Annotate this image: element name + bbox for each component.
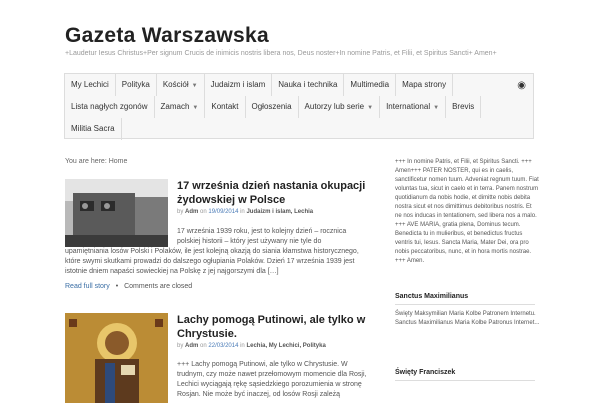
nav-item-label: Multimedia bbox=[350, 80, 390, 89]
post-2-excerpt: +++ Lachy pomogą Putinowi, ale tylko w C… bbox=[177, 361, 367, 398]
nav-item-zamach[interactable]: Zamach ▼ bbox=[155, 96, 206, 118]
nav-item-label: Kościół bbox=[162, 80, 189, 89]
chevron-down-icon: ▼ bbox=[192, 105, 199, 111]
widget-divider bbox=[395, 380, 535, 381]
nav-item-mapa-strony[interactable]: Mapa strony bbox=[396, 74, 454, 96]
post-meta-on: on bbox=[200, 343, 207, 349]
post-meta-in: in bbox=[240, 209, 245, 215]
chevron-down-icon: ▼ bbox=[367, 105, 374, 111]
post-1-date[interactable]: 19/09/2014 bbox=[208, 209, 238, 215]
site-description: +Laudetur Iesus Christus+Per signum Cruc… bbox=[65, 50, 497, 57]
nav-item-label: Kontakt bbox=[211, 102, 239, 111]
nav-row-2: Lista nagłych zgonów Zamach ▼ Kontakt Ogłosz… bbox=[65, 96, 482, 118]
nav-item-label: International bbox=[386, 102, 431, 111]
nav-item-label: Mapa strony bbox=[402, 80, 447, 89]
nav-item-autorzy-lub-serie[interactable]: Autorzy lub serie ▼ bbox=[299, 96, 381, 118]
nav-item-label: My Lechici bbox=[71, 80, 109, 89]
nav-item-label: Polityka bbox=[121, 80, 150, 89]
nav-item-polityka[interactable]: Polityka bbox=[116, 74, 157, 96]
chevron-down-icon: ▼ bbox=[433, 105, 440, 111]
post-2-date[interactable]: 22/03/2014 bbox=[208, 343, 238, 349]
post-2-meta: by Adm on 22/03/2014 in Lechia, My Lechi… bbox=[177, 343, 326, 349]
nav-item-international[interactable]: International ▼ bbox=[380, 96, 447, 118]
post-meta-in: in bbox=[240, 343, 245, 349]
breadcrumb: You are here: Home bbox=[65, 158, 128, 165]
nav-item-nauka-i-technika[interactable]: Nauka i technika bbox=[272, 74, 345, 96]
chevron-down-icon: ▼ bbox=[191, 83, 198, 89]
nav-item-brevis[interactable]: Brevis bbox=[446, 96, 482, 118]
post-1: 17 września dzień nastania okupacji żydo… bbox=[65, 179, 365, 279]
post-1-categories[interactable]: Judaizm i islam, Lechia bbox=[246, 209, 313, 215]
post-1-thumbnail[interactable] bbox=[65, 179, 168, 247]
sidebar-prayer-text: +++ In nomine Patris, et Filii, et Spiri… bbox=[395, 159, 539, 264]
nav-item-label: Brevis bbox=[452, 102, 475, 111]
site-title[interactable]: Gazeta Warszawska bbox=[65, 24, 269, 48]
nav-item-ogloszenia[interactable]: Ogłoszenia bbox=[246, 96, 299, 118]
read-full-story-link[interactable]: Read full story bbox=[65, 283, 110, 290]
post-2-categories[interactable]: Lechia, My Lechici, Polityka bbox=[246, 343, 325, 349]
nav-row-3: Militia Sacra bbox=[65, 118, 122, 140]
sidebar: +++ In nomine Patris, et Filii, et Spiri… bbox=[395, 158, 540, 266]
post-1-meta: by Adm on 19/09/2014 in Judaizm i islam,… bbox=[177, 209, 313, 215]
post-2-thumbnail[interactable] bbox=[65, 313, 168, 403]
main-navigation: My Lechici Polityka Kościół ▼ Judaizm i isla… bbox=[64, 73, 534, 140]
nav-item-kontakt[interactable]: Kontakt bbox=[205, 96, 246, 118]
nav-item-kosciol[interactable]: Kościół ▼ bbox=[157, 74, 205, 96]
post-1-title[interactable]: 17 września dzień nastania okupacji żydo… bbox=[177, 179, 367, 207]
nav-item-label: Lista nagłych zgonów bbox=[71, 102, 148, 111]
nav-item-label: Autorzy lub serie bbox=[304, 102, 365, 111]
widget-maximilianus-text: Święty Maksymilian Maria Kolbe Patronem … bbox=[395, 311, 540, 326]
post-1-footer: Read full story • Comments are closed bbox=[65, 283, 192, 290]
nav-item-my-lechici[interactable]: My Lechici bbox=[65, 74, 116, 96]
nav-item-label: Zamach bbox=[160, 102, 190, 111]
nav-item-label: Ogłoszenia bbox=[251, 102, 292, 111]
widget-title-franciszek: Święty Franciszek bbox=[395, 369, 456, 376]
nav-row-1: My Lechici Polityka Kościół ▼ Judaizm i isla… bbox=[65, 74, 454, 96]
nav-item-multimedia[interactable]: Multimedia bbox=[344, 74, 397, 96]
post-1-excerpt-top: 17 września 1939 roku, jest to kolejny d… bbox=[177, 228, 347, 245]
post-2: Lachy pomogą Putinowi, ale tylko w Chrys… bbox=[65, 313, 367, 403]
post-2-title[interactable]: Lachy pomogą Putinowi, ale tylko w Chrys… bbox=[177, 313, 367, 341]
post-2-author[interactable]: Adm bbox=[185, 343, 198, 349]
nav-item-label: Judaizm i islam bbox=[210, 80, 266, 89]
widget-maximilianus-text-wrap: Święty Maksymilian Maria Kolbe Patronem … bbox=[395, 310, 540, 328]
post-meta-by: by bbox=[177, 343, 184, 349]
nav-item-label: Nauka i technika bbox=[278, 80, 338, 89]
post-meta-by: by bbox=[177, 209, 184, 215]
post-1-author[interactable]: Adm bbox=[185, 209, 198, 215]
rss-icon[interactable]: ◉ bbox=[517, 80, 526, 91]
post-1-excerpt-bottom: upamiętniania losów Polski i Polaków, il… bbox=[65, 248, 359, 275]
widget-title-maximilianus: Sanctus Maximilianus bbox=[395, 293, 469, 300]
comments-status: Comments are closed bbox=[124, 283, 193, 290]
nav-item-label: Militia Sacra bbox=[71, 124, 115, 133]
nav-item-judaizm-i-islam[interactable]: Judaizm i islam bbox=[205, 74, 273, 96]
post-meta-on: on bbox=[200, 209, 207, 215]
separator-dot: • bbox=[115, 283, 119, 290]
nav-item-lista-naglych-zgonow[interactable]: Lista nagłych zgonów bbox=[65, 96, 155, 118]
widget-divider bbox=[395, 304, 535, 305]
nav-item-militia-sacra[interactable]: Militia Sacra bbox=[65, 118, 122, 140]
